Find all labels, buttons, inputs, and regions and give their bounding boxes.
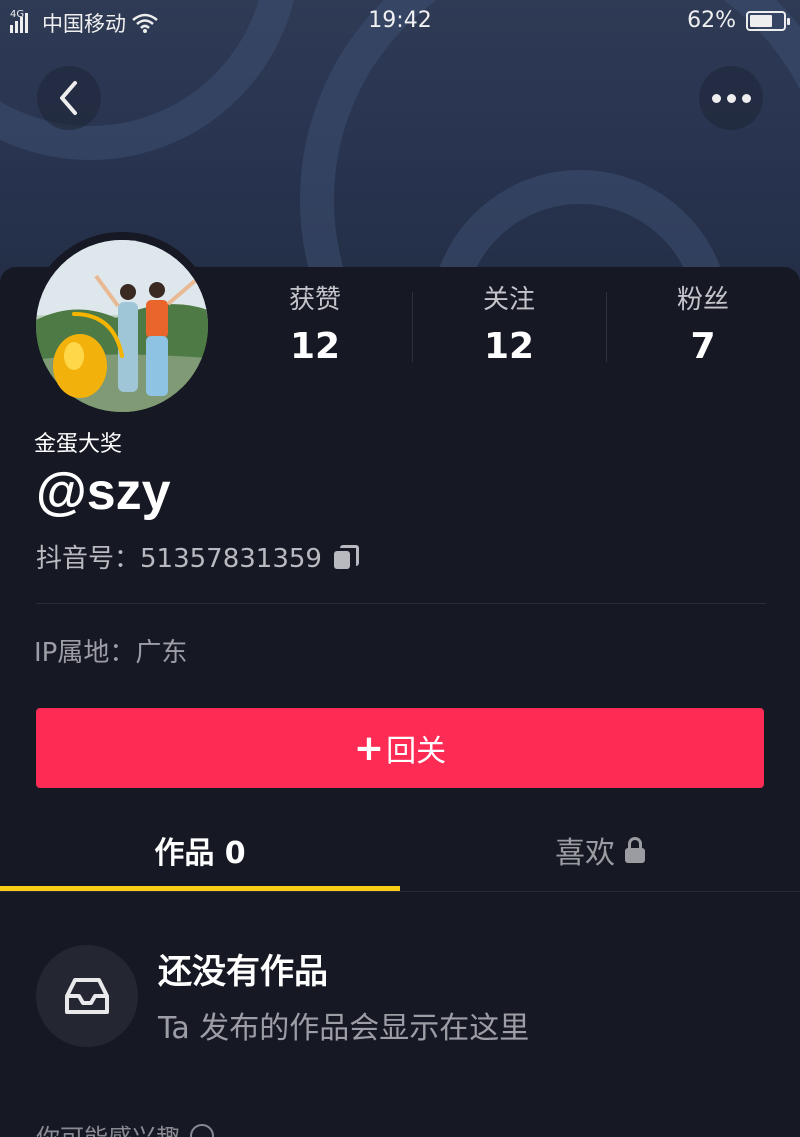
empty-state-title: 还没有作品 [158, 952, 328, 992]
achievement-badge: 金蛋大奖 [30, 430, 127, 460]
tab-label: 喜欢 [555, 835, 615, 871]
empty-state: 还没有作品 Ta 发布的作品会显示在这里 [36, 944, 529, 1047]
golden-egg-icon [53, 312, 124, 398]
content-tabs: 作品 0 喜欢 [0, 808, 800, 892]
info-icon[interactable] [190, 1123, 214, 1137]
tab-label: 作品 0 [154, 835, 246, 871]
stat-label: 粉丝 [676, 285, 729, 315]
tab-works[interactable]: 作品 0 [0, 808, 400, 891]
follow-back-label: 回关 [386, 734, 447, 769]
tab-likes[interactable]: 喜欢 [400, 808, 800, 891]
username: @szy [36, 463, 171, 521]
follow-back-button[interactable]: + 回关 [36, 708, 764, 788]
chevron-left-icon [60, 81, 77, 115]
stat-following[interactable]: 关注 12 [412, 280, 606, 367]
inbox-icon [65, 977, 109, 1014]
ellipsis-icon [711, 93, 751, 103]
clock: 19:42 [368, 8, 432, 33]
empty-state-subtitle: Ta 发布的作品会显示在这里 [158, 1011, 530, 1046]
stat-followers[interactable]: 粉丝 7 [606, 280, 800, 367]
battery-percent: 62% [687, 8, 736, 33]
stat-value: 12 [483, 326, 535, 367]
copy-icon[interactable] [333, 544, 359, 569]
stat-likes[interactable]: 获赞 12 [218, 280, 412, 367]
profile-stats: 获赞 12 关注 12 粉丝 7 [218, 280, 800, 367]
stat-label: 获赞 [288, 285, 341, 315]
divider [36, 603, 766, 604]
back-button[interactable] [37, 66, 101, 130]
ip-location: IP属地：广东 [34, 638, 188, 668]
suggestions-header: 你可能感兴趣 [36, 1118, 214, 1137]
suggestions-label: 你可能感兴趣 [36, 1118, 180, 1137]
stat-value: 12 [289, 326, 341, 367]
stat-value: 7 [690, 326, 716, 367]
more-button[interactable] [699, 66, 763, 130]
lock-icon [625, 836, 645, 863]
douyin-id: 抖音号：51357831359 [36, 544, 322, 574]
status-bar: 4G 中国移动 19:42 62% [0, 0, 800, 44]
stat-label: 关注 [482, 285, 535, 315]
empty-state-icon-wrap [36, 944, 138, 1047]
plus-icon: + [353, 727, 385, 769]
douyin-id-row: 抖音号：51357831359 [36, 538, 359, 575]
battery-icon [746, 10, 790, 31]
